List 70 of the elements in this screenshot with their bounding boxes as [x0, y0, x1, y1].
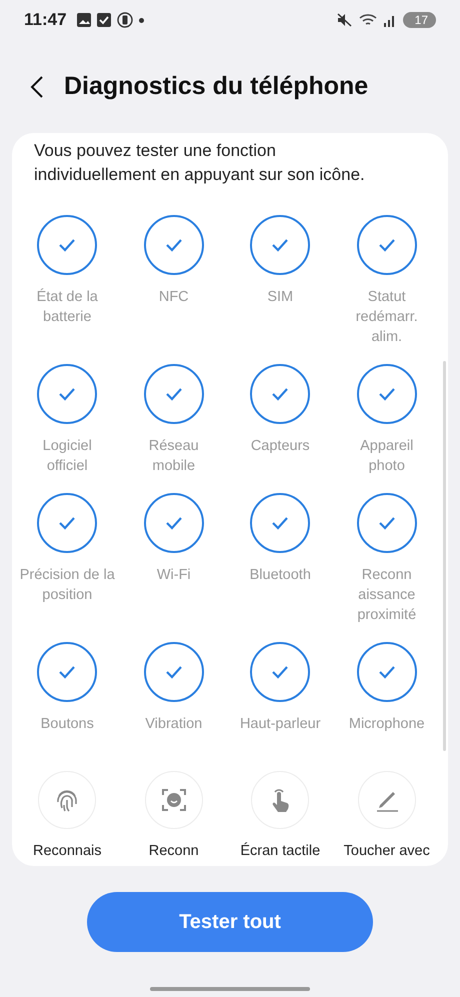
- test-item[interactable]: Haut-parleur: [227, 642, 334, 754]
- test-item[interactable]: Statut redémarr. alim.: [334, 215, 440, 347]
- test-item[interactable]: Appareil photo: [334, 364, 440, 476]
- face-scan-icon: [160, 786, 188, 814]
- test-item[interactable]: Précision de la position: [14, 493, 120, 625]
- status-time: 11:47: [24, 10, 67, 30]
- check-icon: [164, 665, 183, 679]
- test-label: Logiciel officiel: [42, 437, 92, 476]
- test-label: Écran tactile: [240, 841, 320, 861]
- test-label: SIM: [267, 288, 294, 307]
- test-label: Bluetooth: [250, 566, 311, 585]
- test-label: Appareil photo: [360, 437, 414, 476]
- mute-icon: [336, 13, 353, 27]
- test-label: Reconn: [148, 842, 199, 861]
- check-icon: [164, 516, 183, 530]
- check-icon: [164, 387, 183, 401]
- check-icon: [58, 387, 76, 401]
- test-label: NFC: [158, 288, 189, 307]
- test-label: Statut redémarr. alim.: [356, 288, 418, 347]
- check-icon: [58, 665, 76, 679]
- check-icon: [58, 238, 76, 252]
- test-label: Haut-parleur: [240, 715, 321, 734]
- test-label: Boutons: [40, 715, 94, 734]
- check-icon: [271, 665, 290, 679]
- test-label: Microphone: [348, 715, 425, 734]
- battery-level: 17: [402, 12, 436, 28]
- image-icon: [76, 13, 91, 27]
- phone-ring-icon: [116, 12, 133, 28]
- check-icon: [378, 665, 396, 679]
- test-item[interactable]: Logiciel officiel: [14, 364, 120, 476]
- test-item[interactable]: État de la batterie: [14, 215, 120, 347]
- test-item[interactable]: Reconnais: [14, 771, 120, 866]
- check-icon: [164, 238, 183, 252]
- check-icon: [271, 387, 290, 401]
- check-icon: [378, 387, 396, 401]
- test-item[interactable]: Vibration: [120, 642, 227, 754]
- test-label: Wi-Fi: [156, 566, 191, 585]
- check-icon: [58, 516, 76, 530]
- intro-text: Vous pouvez tester une fonction individuellement en appuyant sur son icône.: [34, 140, 366, 186]
- test-label: Réseau mobile: [148, 437, 199, 476]
- test-item[interactable]: NFC: [120, 215, 227, 347]
- check-icon: [378, 238, 396, 252]
- test-item[interactable]: Boutons: [14, 642, 120, 754]
- test-label: État de la batterie: [36, 287, 98, 327]
- signal-icon: [382, 13, 397, 27]
- test-label: Vibration: [145, 715, 202, 734]
- test-item[interactable]: Écran tactile: [227, 771, 334, 866]
- wifi-icon: [358, 13, 377, 27]
- test-item[interactable]: Reconn aissance proximité: [334, 493, 440, 625]
- test-item[interactable]: Wi-Fi: [120, 493, 227, 625]
- page-title: Diagnostics du téléphone: [64, 72, 368, 101]
- test-item[interactable]: Microphone: [334, 642, 440, 754]
- test-item[interactable]: Capteurs: [227, 364, 334, 476]
- test-label: Toucher avec: [344, 842, 430, 861]
- check-icon: [271, 516, 290, 530]
- test-label: Reconn aissance proximité: [357, 566, 416, 625]
- test-item[interactable]: Reconn: [120, 771, 227, 866]
- test-item[interactable]: Réseau mobile: [120, 364, 227, 476]
- test-item[interactable]: SIM: [227, 215, 334, 347]
- test-item[interactable]: Bluetooth: [227, 493, 334, 625]
- test-label: Précision de la position: [20, 566, 115, 605]
- test-label: Reconnais: [32, 842, 102, 861]
- check-icon: [378, 516, 396, 530]
- checkbox-icon: [96, 13, 111, 27]
- check-icon: [271, 238, 290, 252]
- test-item[interactable]: Toucher avec: [334, 771, 440, 866]
- dot-icon: [138, 18, 144, 22]
- test-label: Capteurs: [250, 437, 310, 456]
- back-button[interactable]: [30, 74, 44, 98]
- test-all-button[interactable]: Tester tout: [87, 892, 373, 952]
